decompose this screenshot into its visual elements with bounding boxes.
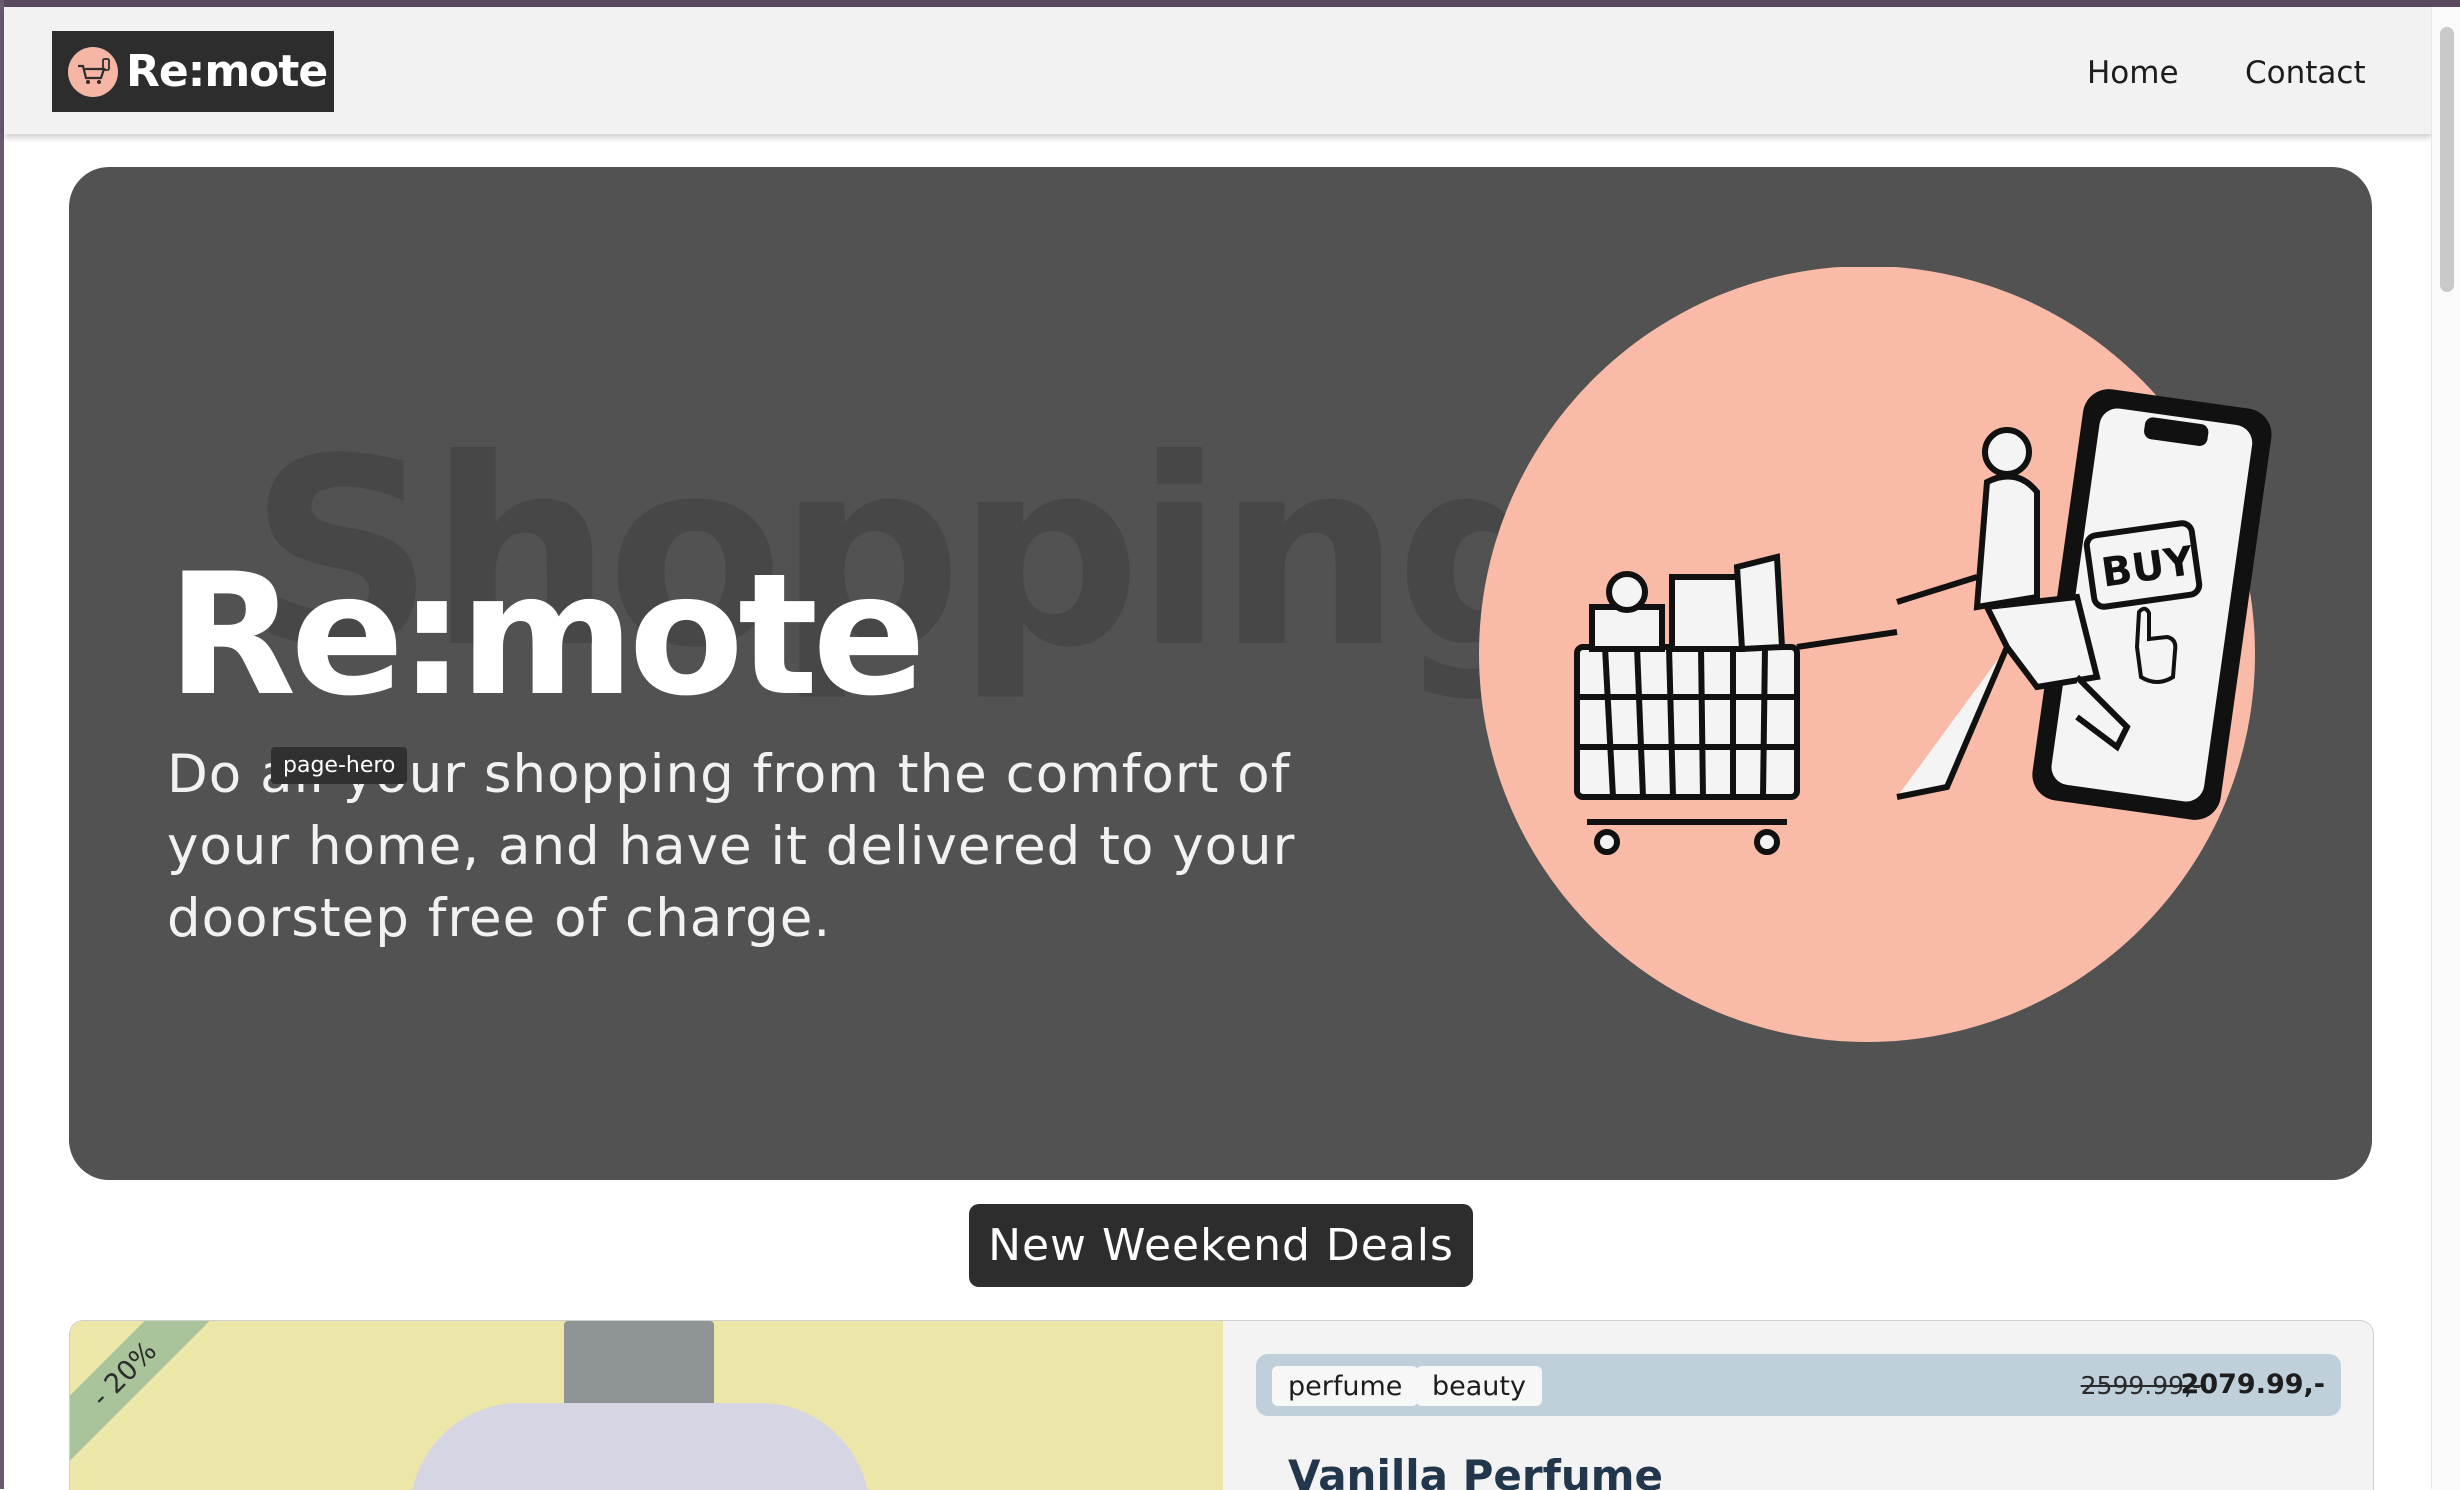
page-hero: Shopping Re:mote Do all your shopping fr…	[69, 167, 2372, 1180]
new-price: 2079.99,-	[2180, 1369, 2325, 1400]
window-top-strip	[0, 0, 2460, 7]
tag-perfume[interactable]: perfume	[1272, 1366, 1419, 1406]
nav-link-contact[interactable]: Contact	[2245, 55, 2366, 91]
bottle-body	[410, 1403, 870, 1490]
section-title-deals: New Weekend Deals	[969, 1204, 1473, 1287]
scrollbar-track[interactable]	[2431, 7, 2460, 1489]
product-info-bar: perfume beauty 2599.99,- 2079.99,-	[1256, 1354, 2341, 1416]
tag-beauty[interactable]: beauty	[1416, 1366, 1542, 1406]
product-card[interactable]: - 20% perfume beauty 2599.99,- 2079.99,-…	[69, 1320, 2374, 1490]
brand-name: Re:mote	[126, 46, 328, 97]
nav-link-home[interactable]: Home	[2087, 55, 2179, 91]
debug-tooltip: page-hero	[271, 747, 408, 784]
navbar: Re:mote Home Contact	[4, 7, 2432, 134]
scrollbar-thumb[interactable]	[2440, 27, 2454, 292]
product-name[interactable]: Vanilla Perfume	[1288, 1451, 1663, 1490]
hero-title: Re:mote	[167, 537, 926, 733]
window-left-border	[0, 0, 4, 1489]
discount-ribbon: - 20%	[70, 1321, 240, 1490]
cart-logo-icon	[68, 46, 118, 97]
bottle-cap	[564, 1321, 714, 1413]
brand-logo[interactable]: Re:mote	[52, 31, 334, 112]
shopping-illustration: BUY	[1479, 267, 2272, 1042]
product-image[interactable]: - 20%	[70, 1321, 1223, 1490]
